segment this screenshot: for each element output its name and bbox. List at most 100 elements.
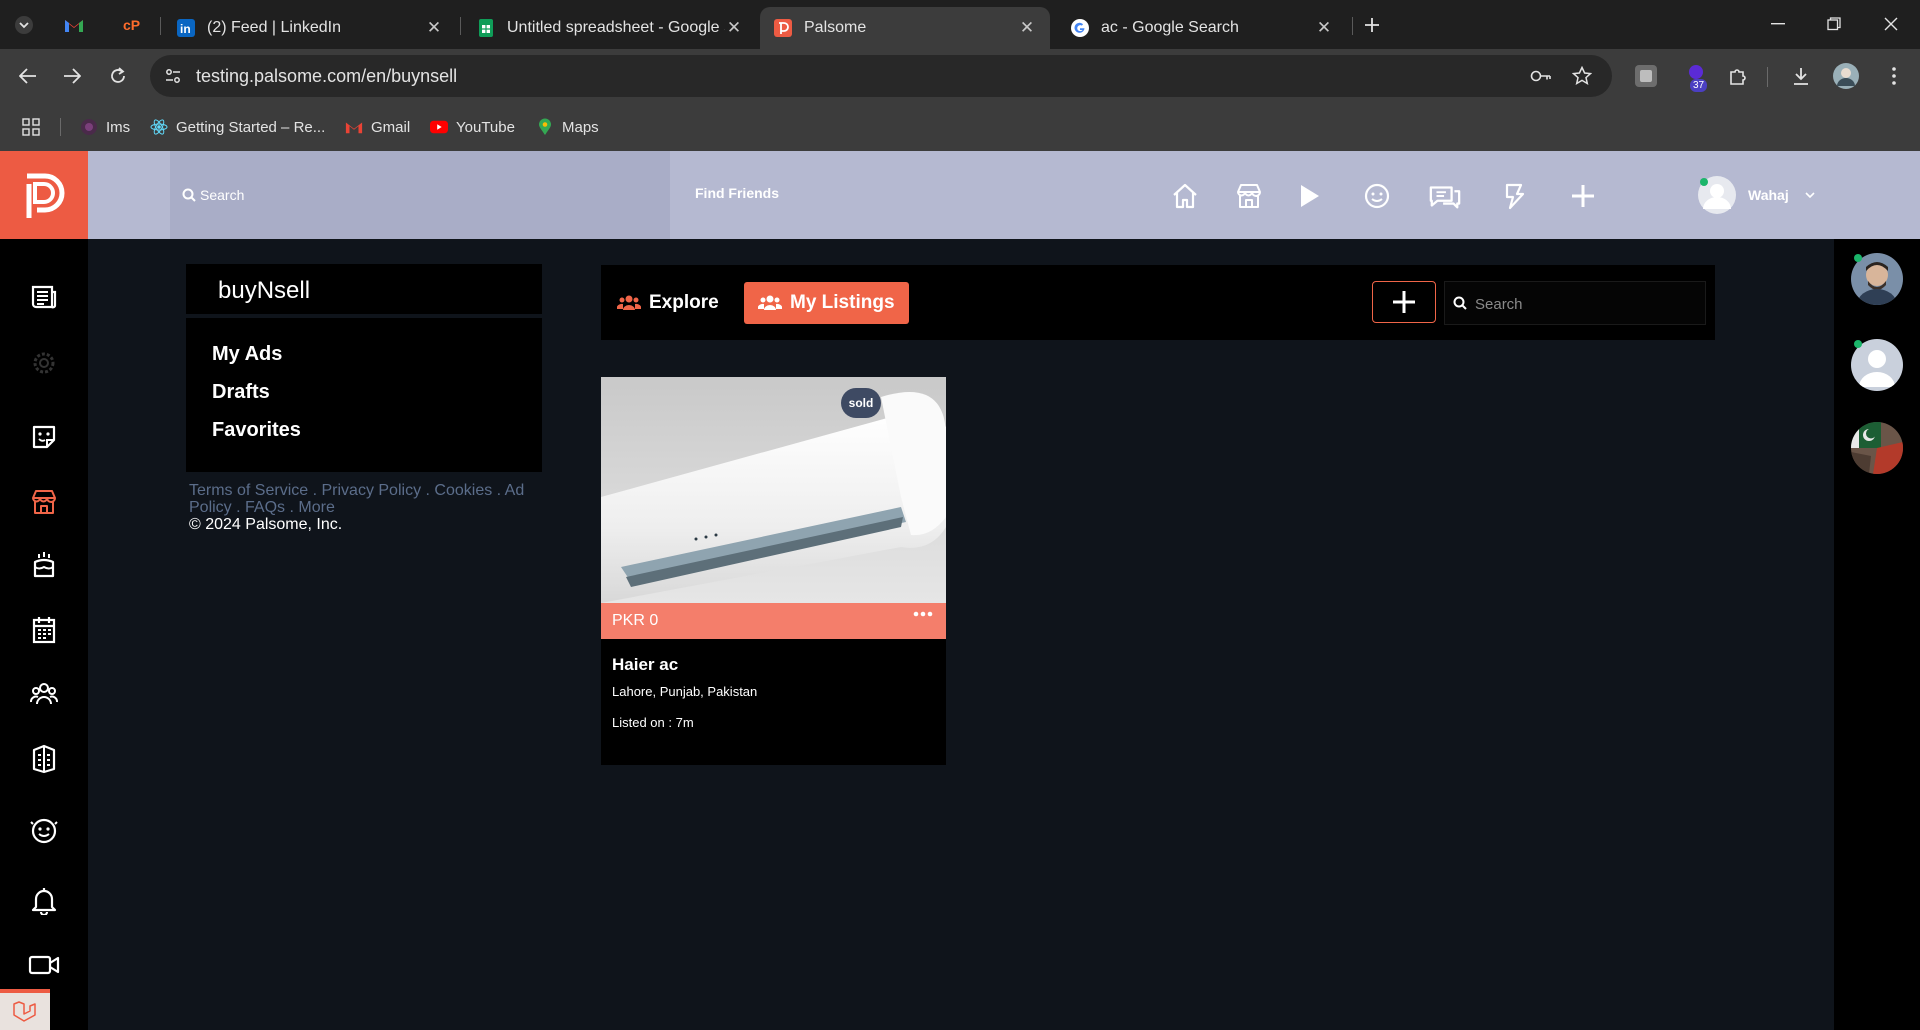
listings-search-input[interactable]: Search <box>1444 281 1706 325</box>
sidebar-item-video[interactable] <box>24 945 64 985</box>
sidebar-item-pages[interactable] <box>24 739 64 779</box>
close-tab-icon[interactable]: ✕ <box>725 18 743 38</box>
tab-gmail-pinned[interactable] <box>58 9 90 41</box>
tab-title: Untitled spreadsheet - Google Sheets <box>507 19 725 36</box>
my-listings-label: My Listings <box>790 292 895 313</box>
sidebar-item-calendar[interactable] <box>24 610 64 650</box>
bookmark-youtube[interactable]: YouTube <box>430 116 515 138</box>
privacy-link[interactable]: Privacy Policy <box>321 482 421 499</box>
youtube-icon <box>430 120 448 134</box>
extension-badge-button[interactable]: 37 <box>1682 62 1710 92</box>
maps-pin-icon <box>539 118 551 135</box>
extensions-menu-button[interactable] <box>1724 62 1752 90</box>
close-tab-icon[interactable]: ✕ <box>1315 18 1333 38</box>
listing-image[interactable]: sold <box>601 377 946 603</box>
menu-item-drafts[interactable]: Drafts <box>212 381 270 404</box>
forward-button[interactable] <box>58 62 86 90</box>
apps-button[interactable] <box>22 116 40 138</box>
more-options-icon[interactable] <box>913 609 933 619</box>
tab-cpanel-pinned[interactable]: cP <box>118 9 150 41</box>
bookmark-label: Ims <box>106 118 131 136</box>
header-search-input[interactable]: Search <box>170 151 670 239</box>
tab-search-dropdown[interactable] <box>8 9 40 41</box>
key-icon[interactable] <box>1530 68 1552 84</box>
extension-button[interactable] <box>1632 62 1660 90</box>
contact-avatar-3[interactable] <box>1851 422 1903 474</box>
laravel-debug-tab[interactable] <box>0 989 50 1030</box>
back-button[interactable] <box>14 62 42 90</box>
watch-nav-button[interactable] <box>1292 179 1326 213</box>
star-icon[interactable] <box>1572 66 1592 86</box>
svg-text:cP: cP <box>123 18 140 32</box>
add-listing-button[interactable] <box>1372 281 1436 323</box>
more-link[interactable]: More <box>298 499 334 516</box>
bookmark-maps[interactable]: Maps <box>536 116 599 138</box>
bookmark-gmail[interactable]: Gmail <box>345 116 410 138</box>
explore-button[interactable]: Explore <box>617 283 719 323</box>
url-text: testing.palsome.com/en/buynsell <box>196 66 458 86</box>
menu-item-favorites[interactable]: Favorites <box>212 419 301 442</box>
contact-avatar-1[interactable] <box>1851 253 1903 305</box>
home-nav-button[interactable] <box>1168 179 1202 213</box>
messages-nav-button[interactable] <box>1428 179 1462 213</box>
site-info-icon[interactable] <box>164 67 182 85</box>
profile-button[interactable] <box>1832 62 1860 90</box>
listing-title[interactable]: Haier ac <box>612 655 678 675</box>
find-friends-link[interactable]: Find Friends <box>695 185 779 201</box>
user-menu[interactable]: Wahaj <box>1698 175 1815 215</box>
close-tab-icon[interactable]: ✕ <box>425 18 443 38</box>
emoji-nav-button[interactable] <box>1360 179 1394 213</box>
close-window-button[interactable] <box>1871 10 1911 38</box>
avatar <box>1851 422 1903 474</box>
sidebar-item-buynsell[interactable] <box>24 482 64 522</box>
marketplace-nav-button[interactable] <box>1232 179 1266 213</box>
home-icon <box>1173 183 1197 209</box>
close-tab-icon[interactable]: ✕ <box>1018 18 1036 38</box>
listing-card[interactable]: sold PKR 0 Haier ac Lahore, Punjab, Paki… <box>601 377 946 765</box>
my-listings-button[interactable]: My Listings <box>744 282 909 324</box>
minimize-button[interactable] <box>1758 10 1798 38</box>
gear-icon <box>33 352 55 374</box>
store-icon <box>32 490 56 514</box>
sidebar-item-settings[interactable] <box>24 343 64 383</box>
tab-google-sheets[interactable]: Untitled spreadsheet - Google Sheets ✕ <box>463 7 757 49</box>
contact-avatar-2[interactable] <box>1851 339 1903 391</box>
gmail-icon <box>345 122 363 134</box>
listing-location: Lahore, Punjab, Pakistan <box>612 684 758 699</box>
new-tab-button[interactable] <box>1356 9 1388 41</box>
tab-palsome[interactable]: Palsome ✕ <box>760 7 1050 49</box>
sidebar-item-notifications[interactable] <box>24 880 64 920</box>
palsome-logo[interactable] <box>0 151 88 239</box>
create-nav-button[interactable] <box>1566 179 1600 213</box>
reload-icon <box>111 67 125 83</box>
tab-google-search[interactable]: ac - Google Search ✕ <box>1057 7 1347 49</box>
svg-text:in: in <box>180 22 191 36</box>
arrow-left-icon <box>19 68 36 84</box>
air-conditioner-image <box>601 377 946 603</box>
kebab-menu-icon <box>1892 67 1896 85</box>
sidebar-item-events[interactable] <box>24 545 64 585</box>
bookmark-ims[interactable]: Ims <box>80 116 130 138</box>
listings-search-placeholder: Search <box>1475 296 1523 313</box>
tab-separator <box>460 17 461 35</box>
cookies-link[interactable]: Cookies <box>434 482 492 499</box>
tab-linkedin[interactable]: in (2) Feed | LinkedIn ✕ <box>163 7 457 49</box>
faqs-link[interactable]: FAQs <box>245 499 285 516</box>
browser-menu-button[interactable] <box>1880 62 1908 90</box>
browser-toolbar: testing.palsome.com/en/buynsell 37 <box>0 49 1920 103</box>
sidebar-item-feed[interactable] <box>24 277 64 317</box>
linkedin-icon: in <box>177 19 195 37</box>
price-bar: PKR 0 <box>601 603 946 639</box>
reload-button[interactable] <box>104 62 132 90</box>
flash-icon <box>1505 183 1525 210</box>
sidebar-item-groups[interactable] <box>24 674 64 714</box>
sidebar-item-reactions[interactable] <box>24 811 64 851</box>
sidebar-item-stickers[interactable] <box>24 417 64 457</box>
downloads-button[interactable] <box>1787 62 1815 90</box>
flash-nav-button[interactable] <box>1497 179 1531 213</box>
menu-item-my-ads[interactable]: My Ads <box>212 343 282 366</box>
terms-link[interactable]: Terms of Service <box>189 482 308 499</box>
bookmark-getting-started[interactable]: Getting Started – Re... <box>150 116 325 138</box>
address-bar[interactable]: testing.palsome.com/en/buynsell <box>150 55 1612 97</box>
restore-button[interactable] <box>1814 10 1854 38</box>
